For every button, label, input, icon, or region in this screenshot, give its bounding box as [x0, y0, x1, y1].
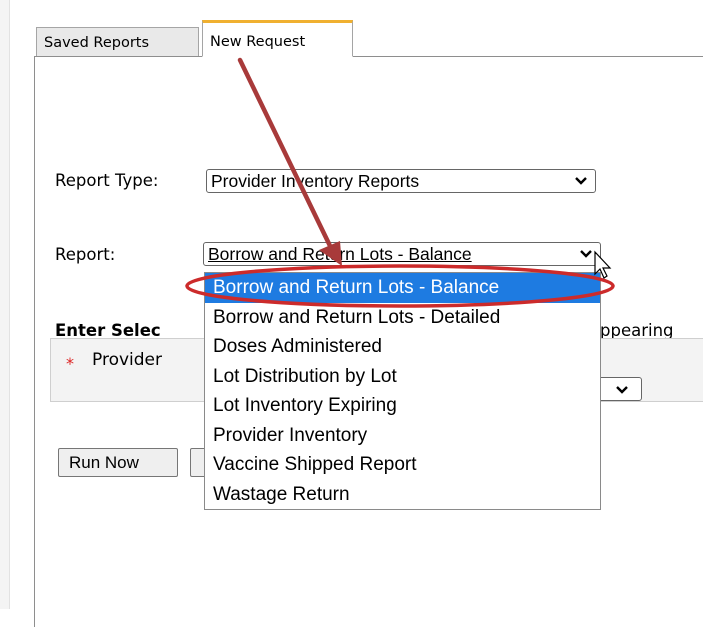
chevron-down-icon	[580, 250, 592, 258]
provider-label: Provider	[92, 350, 162, 370]
dropdown-option[interactable]: Borrow and Return Lots - Balance	[205, 273, 600, 303]
dropdown-option[interactable]: Lot Inventory Expiring	[205, 391, 600, 421]
tab-new-request[interactable]: New Request	[202, 20, 353, 57]
tab-saved-reports[interactable]: Saved Reports	[36, 27, 199, 57]
report-type-select[interactable]: Provider Inventory Reports	[206, 169, 596, 193]
report-type-label: Report Type:	[55, 171, 159, 190]
report-label: Report:	[55, 245, 116, 264]
provider-select[interactable]	[598, 377, 642, 401]
chevron-down-icon	[616, 386, 628, 394]
report-select[interactable]: Borrow and Return Lots - Balance	[203, 242, 601, 266]
chevron-down-icon	[575, 177, 587, 185]
dropdown-option[interactable]: Provider Inventory	[205, 421, 600, 451]
required-marker: *	[66, 354, 74, 373]
run-now-button[interactable]: Run Now	[58, 448, 178, 477]
report-value: Borrow and Return Lots - Balance	[208, 244, 472, 264]
report-type-value: Provider Inventory Reports	[211, 171, 420, 191]
dropdown-option[interactable]: Borrow and Return Lots - Detailed	[205, 303, 600, 333]
dropdown-option[interactable]: Vaccine Shipped Report	[205, 450, 600, 480]
dropdown-option[interactable]: Wastage Return	[205, 480, 600, 510]
dropdown-option[interactable]: Doses Administered	[205, 332, 600, 362]
report-dropdown-list: Borrow and Return Lots - Balance Borrow a…	[204, 272, 601, 510]
dropdown-option[interactable]: Lot Distribution by Lot	[205, 362, 600, 392]
left-border-strip	[0, 0, 10, 609]
